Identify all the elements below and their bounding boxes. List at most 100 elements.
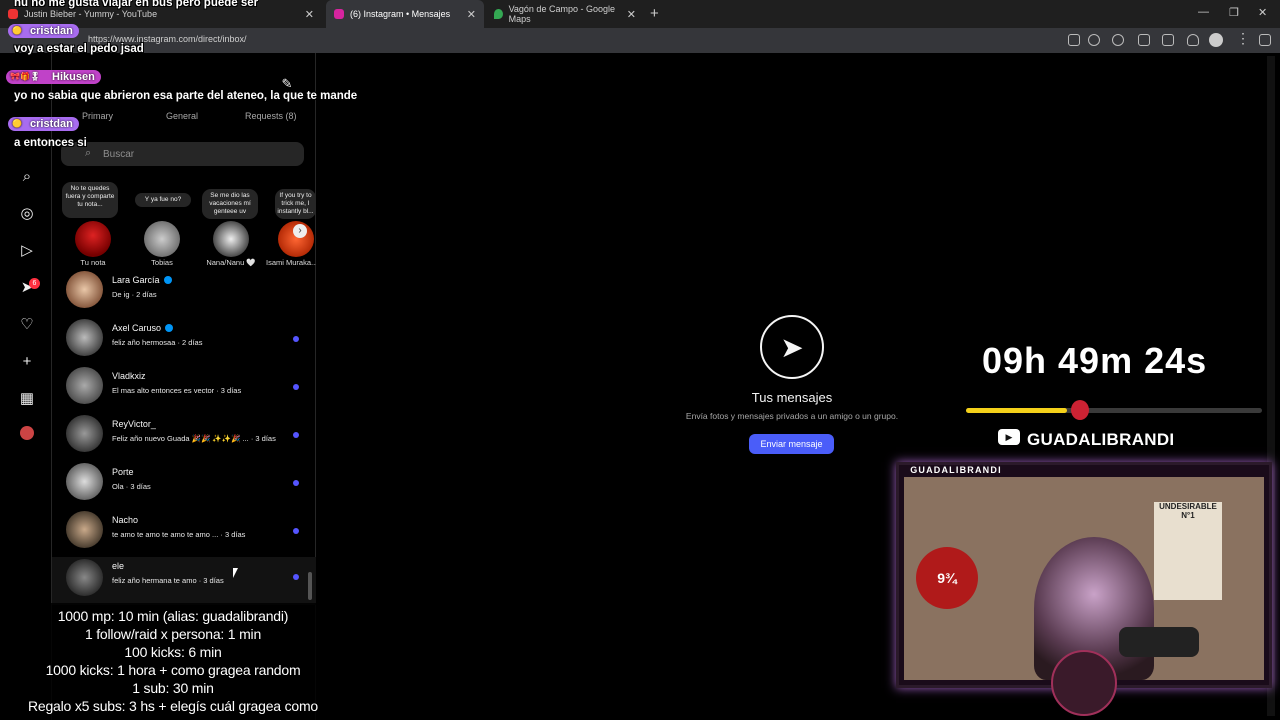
create-icon[interactable]: + [18, 352, 36, 370]
chat-message: yo no sabia que abrieron esa parte del a… [14, 90, 358, 102]
conversation-row[interactable]: ele feliz año hermana te amo · 3 días [52, 557, 316, 605]
menu-icon[interactable]: ⋮ [1236, 30, 1250, 47]
chat-username: 🟡 cristdan [8, 24, 79, 38]
tab-label: Justin Bieber - Yummy - YouTube [24, 9, 158, 19]
conversation-row[interactable]: Vladkxiz El mas alto entonces es vector … [52, 367, 316, 415]
rule-line: 1 follow/raid x persona: 1 min [84, 626, 262, 642]
note-bubble[interactable]: No te quedes fuera y comparte tu nota... [62, 182, 118, 218]
sub-badge-icon: 🎀🎁🎖 [10, 72, 41, 81]
avatar [66, 271, 103, 308]
explore-icon[interactable]: ◎ [18, 204, 36, 222]
tab-label: Vagón de Campo - Google Maps [508, 4, 615, 24]
tab-general[interactable]: General [166, 111, 198, 121]
conversation-row[interactable]: Lara García De ig · 2 días [52, 271, 316, 319]
rule-line: 100 kicks: 6 min [124, 644, 222, 660]
wanted-poster: UNDESIRABLE N°1 [1154, 502, 1222, 600]
sub-badge-icon: 🟡 [12, 26, 22, 35]
microphone-icon [1119, 627, 1199, 657]
extension-icon[interactable] [1162, 34, 1174, 46]
avatar [66, 511, 103, 548]
chat-username: 🎀🎁🎖 Hikusen [6, 70, 101, 84]
profile-avatar[interactable] [20, 426, 34, 440]
minimize-icon[interactable]: — [1198, 6, 1209, 18]
empty-subtitle: Envía fotos y mensajes privados a un ami… [685, 411, 899, 421]
conversation-row[interactable]: ReyVictor_ Feliz año nuevo Guada 🎉🎉 ✨✨🎉 … [52, 415, 316, 463]
story-avatar[interactable] [75, 221, 111, 257]
sidebar-icon[interactable] [1259, 34, 1271, 46]
extension-icon[interactable] [1112, 34, 1124, 46]
search-icon[interactable]: ⌕ [18, 167, 36, 185]
rule-line: 1000 kicks: 1 hora + como gragea random [45, 662, 301, 678]
story-avatar[interactable] [144, 221, 180, 257]
chat-message: voy a estar el pedo jsad [14, 43, 144, 55]
maps-pin-icon [494, 9, 503, 19]
dashboard-icon[interactable]: ▦ [18, 389, 36, 407]
tab-instagram[interactable]: (6) Instagram • Mensajes ✕ [326, 0, 484, 28]
conversation-name: Axel Caruso [112, 323, 174, 333]
tab-requests[interactable]: Requests (8) [245, 111, 297, 121]
chevron-right-icon[interactable]: › [293, 224, 307, 238]
empty-title: Tus mensajes [751, 390, 833, 405]
avatar [66, 559, 103, 596]
close-icon[interactable]: ✕ [305, 8, 314, 21]
unread-dot [293, 336, 299, 342]
youtube-logo-icon: ▶ [998, 429, 1020, 445]
window-close-icon[interactable]: ✕ [1258, 6, 1267, 19]
rule-line: 1000 mp: 10 min (alias: guadalibrandi) [57, 608, 289, 624]
conversation-preview: te amo te amo te amo te amo ... · 3 días [112, 530, 246, 539]
unread-dot [293, 574, 299, 580]
conversation-name: Lara García [112, 275, 172, 285]
cam-label: GUADALIBRANDI [910, 465, 1002, 475]
tab-google-maps[interactable]: Vagón de Campo - Google Maps ✕ [486, 0, 644, 28]
conversation-preview: Ola · 3 días [112, 482, 151, 491]
extension-icon[interactable] [1138, 34, 1150, 46]
conversation-row[interactable]: Porte Ola · 3 días [52, 463, 316, 511]
shield-icon[interactable] [1187, 34, 1199, 46]
timer-progress-bar [966, 408, 1262, 413]
rule-line: 1 sub: 30 min [132, 680, 214, 696]
sub-badge-icon: 🟡 [12, 119, 22, 128]
notifications-heart-icon[interactable]: ♡ [18, 315, 36, 333]
address-bar: https://www.instagram.com/direct/inbox/ … [0, 28, 1280, 53]
profile-avatar[interactable] [1209, 33, 1223, 47]
install-app-icon[interactable] [1068, 34, 1080, 46]
bookmark-star-icon[interactable] [1088, 34, 1100, 46]
verified-badge-icon [163, 276, 172, 284]
search-input[interactable]: ⌕ Buscar [61, 142, 304, 166]
new-tab-button[interactable]: + [650, 5, 659, 22]
unread-dot [293, 480, 299, 486]
send-message-button[interactable]: Enviar mensaje [749, 434, 834, 454]
inbox-scrollbar[interactable] [308, 572, 312, 600]
subathon-timer: 09h 49m 24s [982, 340, 1208, 381]
conversation-name: ReyVictor_ [112, 419, 156, 429]
close-icon[interactable]: ✕ [467, 8, 476, 21]
conversation-name: Vladkxiz [112, 371, 146, 381]
paper-plane-icon: ➤ [760, 315, 824, 379]
conversation-row[interactable]: Nacho te amo te amo te amo te amo ... · … [52, 511, 316, 559]
story-label: Nana/Nanu 🤍 [206, 258, 256, 267]
avatar [66, 415, 103, 452]
avatar [66, 463, 103, 500]
story-avatar[interactable] [213, 221, 249, 257]
screen: Justin Bieber - Yummy - YouTube ✕ (6) In… [0, 0, 1280, 720]
timer-progress-fill [966, 408, 1067, 413]
rules-overlay: 1000 mp: 10 min (alias: guadalibrandi) 1… [0, 603, 346, 720]
close-icon[interactable]: ✕ [627, 8, 636, 21]
restore-icon[interactable]: ❐ [1229, 6, 1239, 19]
platform-sign: 9¾ [916, 547, 978, 609]
unread-dot [293, 528, 299, 534]
verified-badge-icon [165, 324, 174, 332]
reels-icon[interactable]: ▷ [18, 241, 36, 259]
unread-dot [293, 432, 299, 438]
story-label: Tu nota [80, 258, 106, 267]
note-bubble[interactable]: Y ya fue no? [135, 193, 191, 207]
note-bubble[interactable]: If you try to trick me, I instantly bl..… [275, 189, 316, 219]
note-bubble[interactable]: Se me dio las vacaciones mí genteee uv [202, 189, 258, 219]
story-label: Tobias [151, 258, 173, 267]
tab-primary[interactable]: Primary [82, 111, 113, 121]
avatar [66, 319, 103, 356]
unread-dot [293, 384, 299, 390]
conversation-row[interactable]: Axel Caruso feliz año hermosaa · 2 días [52, 319, 316, 367]
chat-message: hu no me gusta viajar en bus pero puede … [14, 0, 259, 9]
chat-message: a entonces si [14, 137, 87, 149]
